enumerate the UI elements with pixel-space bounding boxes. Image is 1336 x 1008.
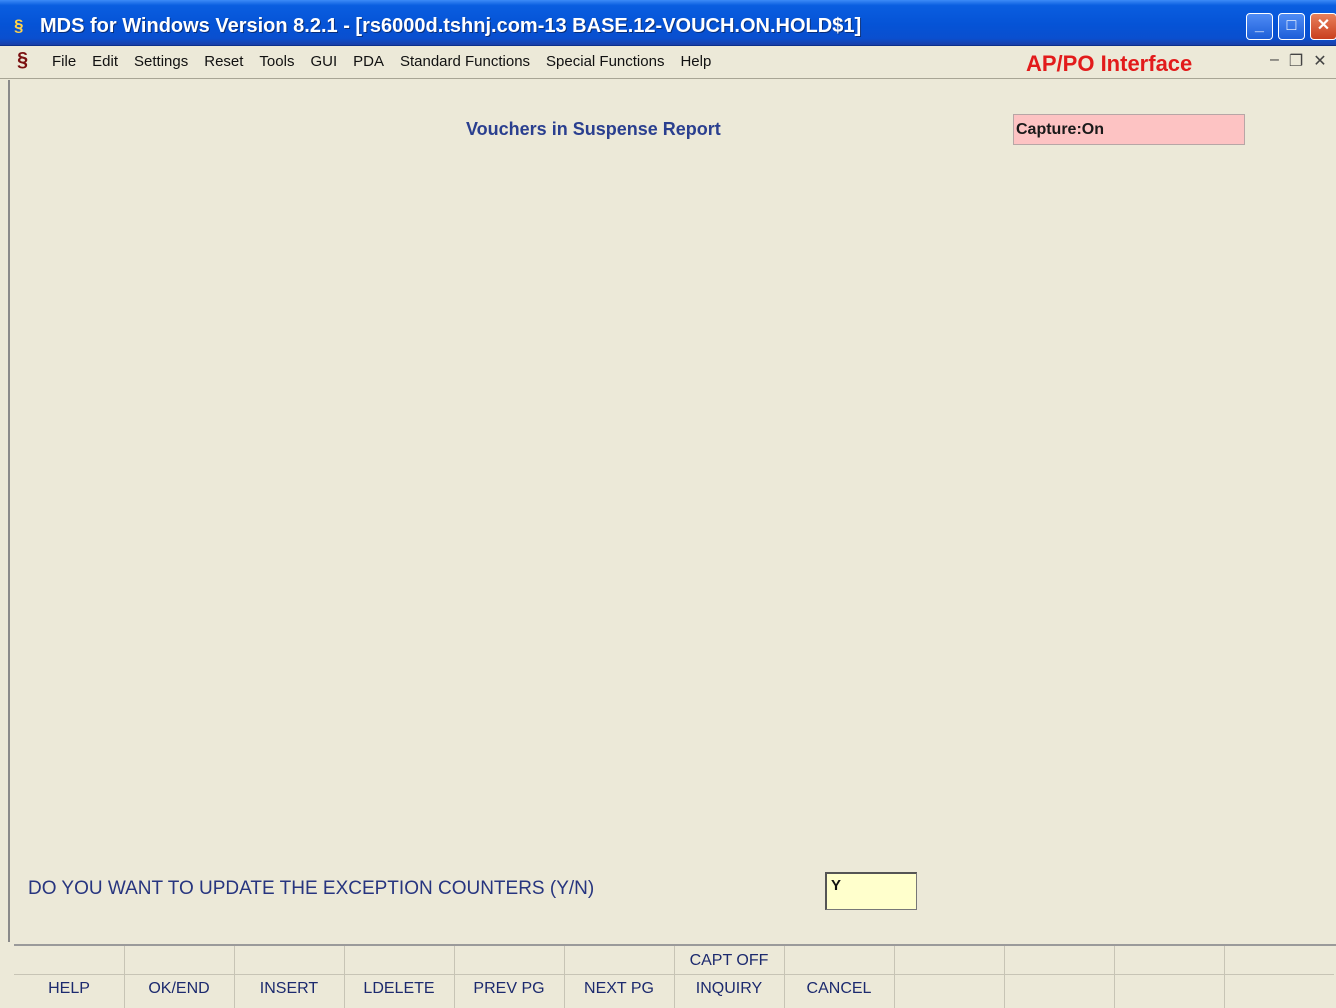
- fkey-9[interactable]: [894, 946, 1005, 1008]
- fkey-bottom-label: INQUIRY: [695, 980, 763, 997]
- menu-tools[interactable]: Tools: [251, 53, 302, 70]
- fkey-help[interactable]: HELP: [14, 946, 125, 1008]
- update-counters-prompt: DO YOU WANT TO UPDATE THE EXCEPTION COUN…: [28, 878, 595, 899]
- maximize-icon: □: [1286, 17, 1297, 34]
- fkey-prev-pg[interactable]: PREV PG: [454, 946, 565, 1008]
- menu-pda[interactable]: PDA: [345, 53, 392, 70]
- menu-settings[interactable]: Settings: [126, 53, 196, 70]
- mdi-close-icon[interactable]: ✕: [1313, 51, 1326, 71]
- menu-file[interactable]: File: [44, 53, 84, 70]
- menu-standard-functions[interactable]: Standard Functions: [392, 53, 538, 70]
- fkey-ldelete[interactable]: LDELETE: [344, 946, 455, 1008]
- fkey-bottom-label: OK/END: [148, 980, 210, 997]
- fkey-bottom-label: PREV PG: [473, 980, 545, 997]
- close-icon: ✕: [1316, 17, 1331, 34]
- minimize-icon: _: [1255, 17, 1264, 34]
- fkey-12[interactable]: [1224, 946, 1336, 1008]
- fkey-10[interactable]: [1004, 946, 1115, 1008]
- capture-status-badge: Capture:On: [1013, 114, 1245, 145]
- fkey-inquiry[interactable]: CAPT OFF INQUIRY: [674, 946, 785, 1008]
- app-logo-icon[interactable]: §: [14, 17, 32, 35]
- menu-gui[interactable]: GUI: [302, 53, 345, 70]
- fkey-bottom-label: NEXT PG: [584, 980, 654, 997]
- fkey-next-pg[interactable]: NEXT PG: [564, 946, 675, 1008]
- system-menu-icon[interactable]: §: [17, 49, 28, 71]
- function-key-bar: HELP OK/END INSERT LDELETE PREV PG NEXT …: [14, 944, 1336, 1008]
- fkey-bottom-label: CANCEL: [806, 980, 872, 997]
- main-panel: [8, 80, 1336, 942]
- fkey-bottom-label: HELP: [48, 980, 90, 997]
- maximize-button[interactable]: □: [1278, 13, 1305, 40]
- mdi-restore-icon[interactable]: ❐: [1289, 51, 1303, 71]
- close-button[interactable]: ✕: [1310, 13, 1336, 40]
- fkey-insert[interactable]: INSERT: [234, 946, 345, 1008]
- mdi-minimize-icon[interactable]: –: [1270, 51, 1279, 71]
- fkey-11[interactable]: [1114, 946, 1225, 1008]
- minimize-button[interactable]: _: [1246, 13, 1273, 40]
- report-title: Vouchers in Suspense Report: [466, 119, 721, 139]
- interface-label: AP/PO Interface: [1026, 51, 1193, 76]
- mdi-window-controls: – ❐ ✕: [1270, 51, 1327, 71]
- title-bar[interactable]: § MDS for Windows Version 8.2.1 - [rs600…: [0, 0, 1336, 46]
- update-counters-input[interactable]: Y: [825, 872, 917, 910]
- fkey-cancel[interactable]: CANCEL: [784, 946, 895, 1008]
- menu-help[interactable]: Help: [672, 53, 719, 70]
- menu-reset[interactable]: Reset: [196, 53, 251, 70]
- fkey-top-label: CAPT OFF: [689, 952, 769, 969]
- menu-special-functions[interactable]: Special Functions: [538, 53, 672, 70]
- window-title: MDS for Windows Version 8.2.1 - [rs6000d…: [40, 15, 862, 37]
- fkey-ok-end[interactable]: OK/END: [124, 946, 235, 1008]
- menu-items: File Edit Settings Reset Tools GUI PDA S…: [44, 53, 719, 70]
- menu-edit[interactable]: Edit: [84, 53, 126, 70]
- fkey-bottom-label: INSERT: [259, 980, 319, 997]
- fkey-bottom-label: LDELETE: [363, 980, 435, 997]
